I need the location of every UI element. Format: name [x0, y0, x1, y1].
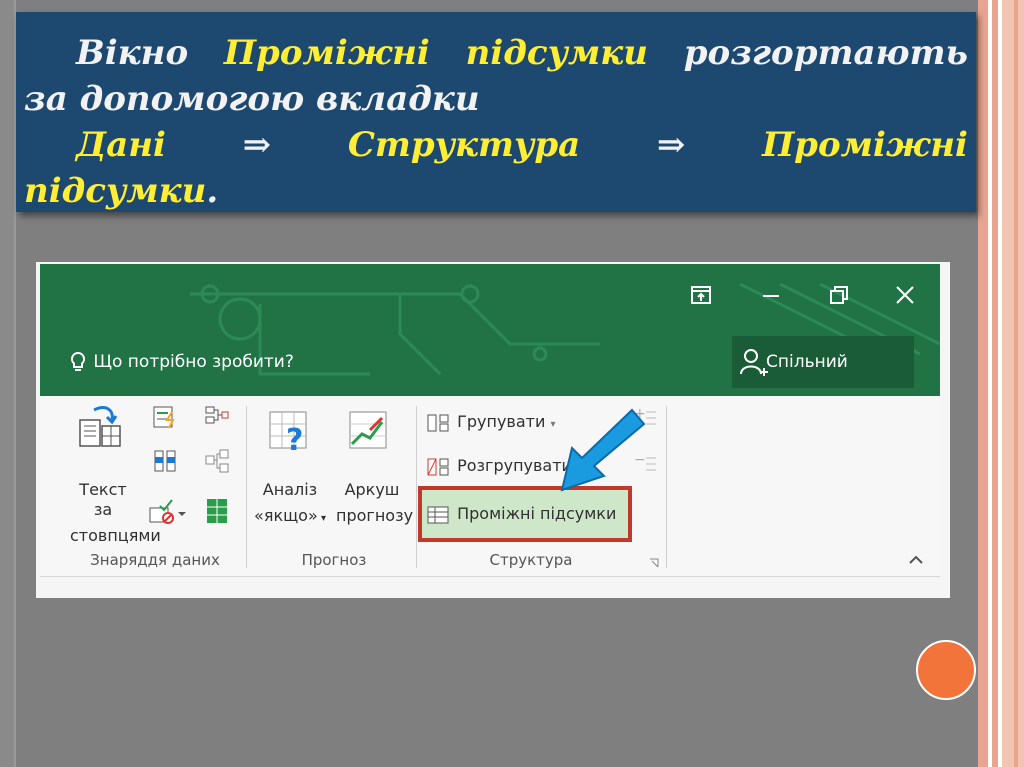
- excel-screenshot: Що потрібно зробити? Спільний доступ Тек…: [36, 262, 950, 598]
- data-tools-group-label: Знаряддя даних: [90, 551, 220, 569]
- restore-ribbon-icon[interactable]: [688, 282, 714, 308]
- person-add-icon: [740, 349, 768, 376]
- title-line-3: Дані ⇒ Структура ⇒ Проміжні: [24, 122, 968, 168]
- forecast-line1: Аркуш: [344, 480, 400, 499]
- dialog-launcher-icon[interactable]: [648, 554, 660, 573]
- slide-right-decoration: [978, 0, 1024, 767]
- tell-me-text: Що потрібно зробити?: [93, 352, 294, 372]
- group-icon: [427, 414, 449, 431]
- menu-path-arrow-2: ⇒: [656, 125, 686, 165]
- title-line-4: підсумки.: [24, 168, 968, 214]
- forecast-sheet-button[interactable]: Аркуш прогнозу: [336, 480, 414, 526]
- what-if-analysis-icon: ?: [266, 408, 312, 458]
- title-line-2-text: за допомогою вкладки: [24, 79, 480, 119]
- data-model-icon[interactable]: [204, 496, 230, 530]
- group-label: Групувати: [457, 412, 546, 431]
- outline-group-label: Структура: [489, 551, 573, 569]
- forecast-group-label: Прогноз: [301, 551, 367, 569]
- dropdown-caret-icon: ▾: [317, 513, 326, 524]
- forecast-line2: прогнозу: [336, 506, 414, 525]
- title-word-intermediate: Проміжні: [223, 33, 430, 73]
- lightbulb-icon: [70, 351, 86, 371]
- what-if-analysis-button[interactable]: Аналіз «якщо» ▾: [254, 480, 326, 529]
- text-to-columns-icon: [76, 404, 124, 456]
- ribbon-data-tab: Текст за стовпцями Знаряддя даних ? Анал…: [40, 396, 940, 577]
- title-period: .: [206, 171, 219, 211]
- slide-title-text: Вікно Проміжні підсумки розгортають за д…: [24, 30, 968, 214]
- restore-window-icon[interactable]: [826, 282, 852, 308]
- menu-path-arrow-1: ⇒: [242, 125, 272, 165]
- title-line-2: за допомогою вкладки: [24, 76, 968, 122]
- flash-fill-icon[interactable]: [152, 404, 178, 434]
- share-button[interactable]: Спільний доступ: [732, 336, 914, 388]
- svg-text:?: ?: [286, 423, 303, 454]
- group-separator: [246, 406, 247, 568]
- slide-title-box: Вікно Проміжні підсумки розгортають за д…: [16, 12, 976, 212]
- pointer-arrow-decoration: [540, 532, 541, 533]
- title-word-window: Вікно: [76, 33, 189, 73]
- consolidate-icon[interactable]: [204, 404, 230, 434]
- ungroup-icon: [427, 458, 449, 475]
- group-separator: [416, 406, 417, 568]
- decorative-orange-circle: [916, 640, 976, 700]
- title-line-1: Вікно Проміжні підсумки розгортають: [24, 30, 968, 76]
- relationships-icon[interactable]: [204, 448, 230, 478]
- what-if-line1: Аналіз: [262, 480, 318, 499]
- text-to-columns-button[interactable]: Текст за стовпцями: [70, 480, 161, 546]
- slide-left-border: [0, 0, 16, 767]
- minimize-icon[interactable]: [758, 282, 784, 308]
- title-word-subtotals: підсумки: [465, 33, 648, 73]
- menu-path-subtotals: підсумки: [24, 171, 207, 211]
- forecast-sheet-icon: [346, 408, 392, 458]
- subtotal-label: Проміжні підсумки: [457, 504, 617, 523]
- group-separator: [666, 406, 667, 568]
- subtotal-icon: [427, 506, 449, 523]
- blue-pointer-arrow: [560, 408, 646, 492]
- remove-duplicates-icon[interactable]: [152, 448, 178, 478]
- excel-titlebar: Що потрібно зробити? Спільний доступ: [40, 264, 940, 396]
- collapse-ribbon-icon[interactable]: [908, 550, 924, 569]
- data-validation-icon[interactable]: [148, 498, 188, 528]
- text-to-columns-line1: Текст за: [79, 480, 127, 519]
- what-if-line2: «якщо»: [254, 506, 318, 525]
- subtotal-button[interactable]: Проміжні підсумки: [426, 504, 616, 525]
- text-to-columns-line2: стовпцями: [70, 526, 161, 545]
- title-word-expand: розгортають: [683, 33, 968, 73]
- menu-path-intermediate: Проміжні: [762, 125, 968, 165]
- close-icon[interactable]: [892, 282, 918, 308]
- menu-path-data: Дані: [76, 125, 166, 165]
- tell-me-search[interactable]: Що потрібно зробити?: [68, 350, 294, 374]
- share-label: Спільний доступ: [766, 352, 848, 372]
- menu-path-structure: Структура: [347, 125, 581, 165]
